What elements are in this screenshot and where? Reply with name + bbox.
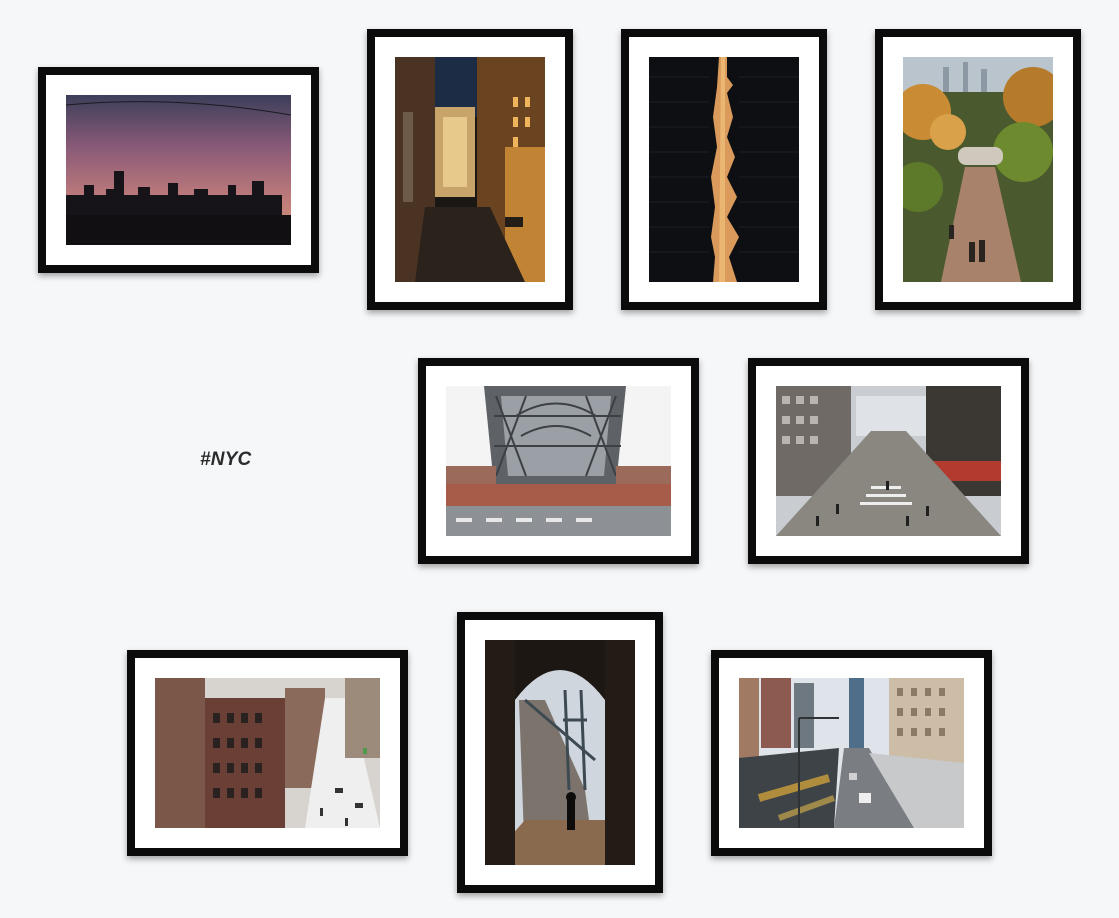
photo-frame-busy-street[interactable] — [748, 358, 1029, 564]
bridge-underside-photo — [446, 386, 671, 536]
building-sliver-light-photo — [649, 57, 799, 282]
highway-traffic-motion-photo — [739, 678, 964, 828]
photo-frame-building-sliver[interactable] — [621, 29, 827, 310]
gallery-hashtag: #NYC — [200, 449, 252, 470]
bridge-archway-silhouette-photo — [485, 640, 635, 865]
photo-frame-bridge-archway[interactable] — [457, 612, 663, 893]
photo-frame-highway-traffic[interactable] — [711, 650, 992, 856]
photo-frame-autumn-park[interactable] — [875, 29, 1081, 310]
autumn-park-path-photo — [903, 57, 1053, 282]
photo-frame-sunset-skyline[interactable] — [38, 67, 319, 273]
brick-tenement-street-photo — [155, 678, 380, 828]
photo-frame-brick-tenements[interactable] — [127, 650, 408, 856]
sunset-skyline-photo — [66, 95, 291, 245]
photo-frame-bridge-underside[interactable] — [418, 358, 699, 564]
night-alley-photo — [395, 57, 545, 282]
busy-street-crosswalk-photo — [776, 386, 1001, 536]
photo-frame-night-alley[interactable] — [367, 29, 573, 310]
